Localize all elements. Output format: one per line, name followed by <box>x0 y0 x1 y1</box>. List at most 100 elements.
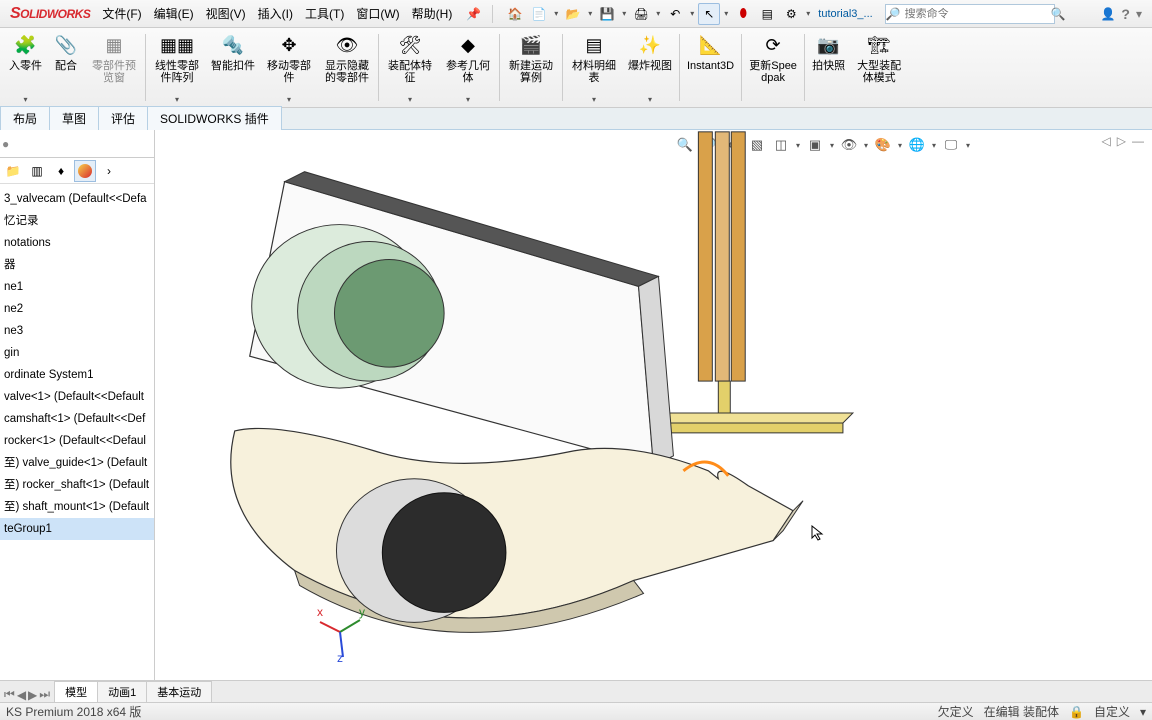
main-menu: 文件(F) 编辑(E) 视图(V) 插入(I) 工具(T) 窗口(W) 帮助(H… <box>96 0 458 27</box>
dropdown-icon[interactable]: ▾ <box>1136 7 1142 21</box>
cmd-update-speedpak[interactable]: ⟳更新Speedpak <box>744 30 802 105</box>
undo-icon[interactable]: ↶ <box>664 3 686 25</box>
tree-item[interactable]: ne2 <box>0 298 154 320</box>
panel-tiny-toolbar: ● <box>0 130 154 158</box>
tree-item[interactable]: 器 <box>0 254 154 276</box>
menu-insert[interactable]: 插入(I) <box>252 0 299 27</box>
cmd-assembly-features[interactable]: 🛠装配体特征▾ <box>381 30 439 105</box>
menubar: SOLIDWORKS 文件(F) 编辑(E) 视图(V) 插入(I) 工具(T)… <box>0 0 1152 28</box>
btab-basic-motion[interactable]: 基本运动 <box>146 681 212 702</box>
tree-item[interactable]: 至) valve_guide<1> (Default <box>0 452 154 474</box>
svg-text:z: z <box>337 651 343 662</box>
tab-addins[interactable]: SOLIDWORKS 插件 <box>147 106 282 130</box>
cmd-move-component[interactable]: ✥移动零部件▾ <box>260 30 318 105</box>
feature-panel: ● 📁 ▥ ♦ › 3_valvecam (Default<<Defa 忆记录 … <box>0 130 155 692</box>
options-list-icon[interactable]: ▤ <box>756 3 778 25</box>
help-icon[interactable]: ? <box>1121 6 1130 22</box>
svg-text:y: y <box>359 605 365 619</box>
sheet-prev-icon[interactable]: ◀ <box>17 688 26 702</box>
pin-icon[interactable]: 📌 <box>458 7 489 21</box>
status-bar: KS Premium 2018 x64 版 欠定义 在编辑 装配体 🔒 自定义 … <box>0 702 1152 720</box>
menu-edit[interactable]: 编辑(E) <box>148 0 200 27</box>
status-more-icon[interactable]: ▾ <box>1140 705 1146 719</box>
search-icon: 🔎 <box>886 7 901 21</box>
panel-tab-config[interactable]: ♦ <box>50 160 72 182</box>
tree-item[interactable]: ne3 <box>0 320 154 342</box>
cmd-linear-pattern[interactable]: ▦▦线性零部件阵列▾ <box>148 30 206 105</box>
panel-tabs: 📁 ▥ ♦ › <box>0 158 154 184</box>
cmd-bom[interactable]: ▤材料明细表▾ <box>565 30 623 105</box>
tab-sketch[interactable]: 草图 <box>49 106 99 130</box>
tree-item[interactable]: 忆记录 <box>0 210 154 232</box>
btab-model[interactable]: 模型 <box>54 681 98 702</box>
tree-item[interactable]: valve<1> (Default<<Default <box>0 386 154 408</box>
view-triad: x y z <box>315 602 365 662</box>
user-icon[interactable]: 👤 <box>1100 7 1115 21</box>
tree-item[interactable]: ne1 <box>0 276 154 298</box>
print-icon[interactable]: 🖨 <box>630 3 652 25</box>
menu-file[interactable]: 文件(F) <box>96 0 147 27</box>
menu-view[interactable]: 视图(V) <box>200 0 252 27</box>
panel-dot-icon[interactable]: ● <box>2 137 9 151</box>
select-icon[interactable]: ↖ <box>698 3 720 25</box>
status-editing: 在编辑 装配体 <box>984 703 1059 720</box>
status-custom[interactable]: 自定义 <box>1094 703 1130 720</box>
tree-item[interactable]: gin <box>0 342 154 364</box>
tab-evaluate[interactable]: 评估 <box>98 106 148 130</box>
tree-item[interactable]: notations <box>0 232 154 254</box>
model-scene <box>155 130 1152 692</box>
tab-layout[interactable]: 布局 <box>0 106 50 130</box>
save-icon[interactable]: 💾 <box>596 3 618 25</box>
cmd-preview-window: ▦零部件预览窗 <box>85 30 143 105</box>
sheet-next-icon[interactable]: ▶ <box>28 688 37 702</box>
settings-icon[interactable]: ⚙ <box>780 3 802 25</box>
feature-tree[interactable]: 3_valvecam (Default<<Defa 忆记录 notations … <box>0 184 154 692</box>
home-icon[interactable]: 🏠 <box>504 3 526 25</box>
status-unit-icon[interactable]: 🔒 <box>1069 705 1084 719</box>
command-tabs: 布局 草图 评估 SOLIDWORKS 插件 <box>0 108 1152 130</box>
tree-item[interactable]: 3_valvecam (Default<<Defa <box>0 188 154 210</box>
tree-item[interactable]: teGroup1 <box>0 518 154 540</box>
cmd-mate[interactable]: 📎配合 <box>47 30 85 105</box>
quick-access-toolbar: 🏠 📄▾ 📂▾ 💾▾ 🖨▾ ↶▾ ↖▾ ⬮ ▤ ⚙▾ <box>504 3 812 25</box>
search-input[interactable] <box>901 8 1051 20</box>
open-icon[interactable]: 📂 <box>562 3 584 25</box>
cmd-snapshot[interactable]: 📷拍快照 <box>807 30 850 105</box>
cmd-exploded-view[interactable]: ✨爆炸视图▾ <box>623 30 677 105</box>
app-logo: SOLIDWORKS <box>4 5 96 23</box>
cmd-instant3d[interactable]: 📐Instant3D <box>682 30 739 105</box>
svg-text:x: x <box>317 605 323 619</box>
panel-tab-more[interactable]: › <box>98 160 120 182</box>
sheet-first-icon[interactable]: ⏮ <box>4 687 15 702</box>
search-go-icon[interactable]: 🔍 <box>1051 7 1066 21</box>
work-area: ● 📁 ▥ ♦ › 3_valvecam (Default<<Defa 忆记录 … <box>0 130 1152 692</box>
cmd-large-assembly[interactable]: 🏗大型装配体模式 <box>850 30 908 105</box>
cmd-show-hidden[interactable]: 👁显示隐藏的零部件 <box>318 30 376 105</box>
tree-item[interactable]: 至) rocker_shaft<1> (Default <box>0 474 154 496</box>
cmd-new-motion-study[interactable]: 🎬新建运动算例 <box>502 30 560 105</box>
tree-item[interactable]: camshaft<1> (Default<<Def <box>0 408 154 430</box>
graphics-viewport[interactable]: 🔍 🔎 ↩ ▧ ◫▾ ▣▾ 👁▾ 🎨▾ 🌐▾ 🖵▾ ◁ ▷ — <box>155 130 1152 692</box>
title-right: 👤 ? ▾ <box>1100 6 1148 22</box>
tree-item[interactable]: 至) shaft_mount<1> (Default <box>0 496 154 518</box>
sheet-nav: ⏮ ◀ ▶ ⏭ <box>0 687 54 702</box>
panel-tab-feature-tree[interactable]: 📁 <box>2 160 24 182</box>
search-box: 🔎 🔍 <box>885 4 1055 24</box>
menu-window[interactable]: 窗口(W) <box>350 0 405 27</box>
panel-tab-property[interactable]: ▥ <box>26 160 48 182</box>
cmd-insert-part[interactable]: 🧩入零件▾ <box>4 30 47 105</box>
bottom-tabs: ⏮ ◀ ▶ ⏭ 模型 动画1 基本运动 <box>0 680 1152 702</box>
menu-help[interactable]: 帮助(H) <box>406 0 459 27</box>
btab-motion1[interactable]: 动画1 <box>97 681 147 702</box>
tree-item[interactable]: ordinate System1 <box>0 364 154 386</box>
panel-tab-display[interactable] <box>74 160 96 182</box>
rebuild-icon[interactable]: ⬮ <box>732 3 754 25</box>
tree-item[interactable]: rocker<1> (Default<<Defaul <box>0 430 154 452</box>
status-underdefined: 欠定义 <box>938 703 974 720</box>
document-name[interactable]: tutorial3_... <box>812 8 878 20</box>
menu-tools[interactable]: 工具(T) <box>299 0 350 27</box>
sheet-last-icon[interactable]: ⏭ <box>39 687 50 702</box>
cmd-reference-geometry[interactable]: ◆参考几何体▾ <box>439 30 497 105</box>
new-icon[interactable]: 📄 <box>528 3 550 25</box>
cmd-smart-fastener[interactable]: 🔩智能扣件 <box>206 30 260 105</box>
